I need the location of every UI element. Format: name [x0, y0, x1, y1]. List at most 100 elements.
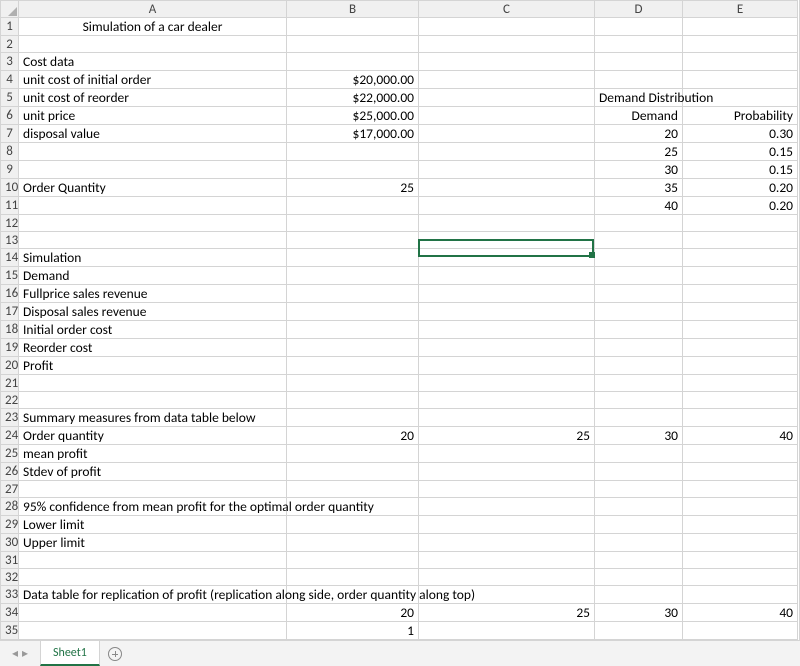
- cell-E16[interactable]: [683, 285, 798, 303]
- cell-D14[interactable]: [595, 249, 683, 267]
- cell-C5[interactable]: [419, 89, 595, 107]
- col-header-E[interactable]: E: [683, 1, 798, 18]
- cell-B7[interactable]: $17,000.00: [287, 125, 419, 143]
- cell-B22[interactable]: [287, 392, 419, 409]
- cell-D19[interactable]: [595, 339, 683, 357]
- row-header-20[interactable]: 20: [1, 357, 19, 375]
- cell-C3[interactable]: [419, 53, 595, 71]
- cell-D18[interactable]: [595, 321, 683, 339]
- row-header-28[interactable]: 28: [1, 498, 19, 516]
- row-header-26[interactable]: 26: [1, 463, 19, 481]
- cell-E6[interactable]: Probability: [683, 107, 798, 125]
- cell-E28[interactable]: [683, 498, 798, 516]
- row-header-32[interactable]: 32: [1, 569, 19, 586]
- cell-C1[interactable]: [419, 18, 595, 36]
- add-sheet-button[interactable]: [100, 641, 130, 666]
- cell-A31[interactable]: [19, 552, 287, 569]
- cell-B31[interactable]: [287, 552, 419, 569]
- cell-E19[interactable]: [683, 339, 798, 357]
- row-header-29[interactable]: 29: [1, 516, 19, 534]
- cell-A29[interactable]: Lower limit: [19, 516, 287, 534]
- cell-A22[interactable]: [19, 392, 287, 409]
- cell-D16[interactable]: [595, 285, 683, 303]
- row-header-5[interactable]: 5: [1, 89, 19, 107]
- cell-D30[interactable]: [595, 534, 683, 552]
- cell-E31[interactable]: [683, 552, 798, 569]
- cell-A23[interactable]: Summary measures from data table below: [19, 409, 287, 427]
- cell-B30[interactable]: [287, 534, 419, 552]
- cell-B11[interactable]: [287, 197, 419, 215]
- cell-B21[interactable]: [287, 375, 419, 392]
- cell-C28[interactable]: [419, 498, 595, 516]
- cell-A17[interactable]: Disposal sales revenue: [19, 303, 287, 321]
- cell-C34[interactable]: 25: [419, 604, 595, 622]
- cell-A7[interactable]: disposal value: [19, 125, 287, 143]
- select-all-corner[interactable]: [1, 1, 19, 18]
- cell-E13[interactable]: [683, 232, 798, 249]
- cell-D1[interactable]: [595, 18, 683, 36]
- cell-D28[interactable]: [595, 498, 683, 516]
- cell-E12[interactable]: [683, 215, 798, 232]
- cell-B32[interactable]: [287, 569, 419, 586]
- cell-E15[interactable]: [683, 267, 798, 285]
- cell-E23[interactable]: [683, 409, 798, 427]
- cell-D35[interactable]: [595, 622, 683, 640]
- cell-A9[interactable]: [19, 161, 287, 179]
- cell-C4[interactable]: [419, 71, 595, 89]
- cell-C9[interactable]: [419, 161, 595, 179]
- cell-C35[interactable]: [419, 622, 595, 640]
- row-header-12[interactable]: 12: [1, 215, 19, 232]
- cell-E10[interactable]: 0.20: [683, 179, 798, 197]
- cell-C24[interactable]: 25: [419, 427, 595, 445]
- row-header-15[interactable]: 15: [1, 267, 19, 285]
- cell-D31[interactable]: [595, 552, 683, 569]
- row-header-8[interactable]: 8: [1, 143, 19, 161]
- cell-D24[interactable]: 30: [595, 427, 683, 445]
- cell-D22[interactable]: [595, 392, 683, 409]
- row-header-17[interactable]: 17: [1, 303, 19, 321]
- cell-B5[interactable]: $22,000.00: [287, 89, 419, 107]
- cell-D15[interactable]: [595, 267, 683, 285]
- cell-E33[interactable]: [683, 586, 798, 604]
- cell-E14[interactable]: [683, 249, 798, 267]
- cell-E20[interactable]: [683, 357, 798, 375]
- row-header-4[interactable]: 4: [1, 71, 19, 89]
- cell-E9[interactable]: 0.15: [683, 161, 798, 179]
- cell-A13[interactable]: [19, 232, 287, 249]
- cell-B13[interactable]: [287, 232, 419, 249]
- spreadsheet-grid[interactable]: A B C D E 1Simulation of a car dealer23C…: [0, 0, 800, 640]
- cell-D11[interactable]: 40: [595, 197, 683, 215]
- row-header-2[interactable]: 2: [1, 36, 19, 53]
- cell-E30[interactable]: [683, 534, 798, 552]
- cell-B3[interactable]: [287, 53, 419, 71]
- cell-B17[interactable]: [287, 303, 419, 321]
- cell-B15[interactable]: [287, 267, 419, 285]
- cell-C12[interactable]: [419, 215, 595, 232]
- cell-A34[interactable]: [19, 604, 287, 622]
- cell-B34[interactable]: 20: [287, 604, 419, 622]
- row-header-21[interactable]: 21: [1, 375, 19, 392]
- cell-D27[interactable]: [595, 481, 683, 498]
- cell-A16[interactable]: Fullprice sales revenue: [19, 285, 287, 303]
- cell-C6[interactable]: [419, 107, 595, 125]
- cell-B25[interactable]: [287, 445, 419, 463]
- cell-C14[interactable]: [419, 249, 595, 267]
- cell-E35[interactable]: [683, 622, 798, 640]
- cell-E7[interactable]: 0.30: [683, 125, 798, 143]
- row-header-16[interactable]: 16: [1, 285, 19, 303]
- cell-C20[interactable]: [419, 357, 595, 375]
- row-header-31[interactable]: 31: [1, 552, 19, 569]
- cell-A21[interactable]: [19, 375, 287, 392]
- cell-A20[interactable]: Profit: [19, 357, 287, 375]
- row-header-23[interactable]: 23: [1, 409, 19, 427]
- cell-B12[interactable]: [287, 215, 419, 232]
- cell-A26[interactable]: Stdev of profit: [19, 463, 287, 481]
- cell-E25[interactable]: [683, 445, 798, 463]
- cell-A6[interactable]: unit price: [19, 107, 287, 125]
- cell-C31[interactable]: [419, 552, 595, 569]
- cell-D20[interactable]: [595, 357, 683, 375]
- cell-C30[interactable]: [419, 534, 595, 552]
- cell-A35[interactable]: [19, 622, 287, 640]
- cell-A12[interactable]: [19, 215, 287, 232]
- cell-A18[interactable]: Initial order cost: [19, 321, 287, 339]
